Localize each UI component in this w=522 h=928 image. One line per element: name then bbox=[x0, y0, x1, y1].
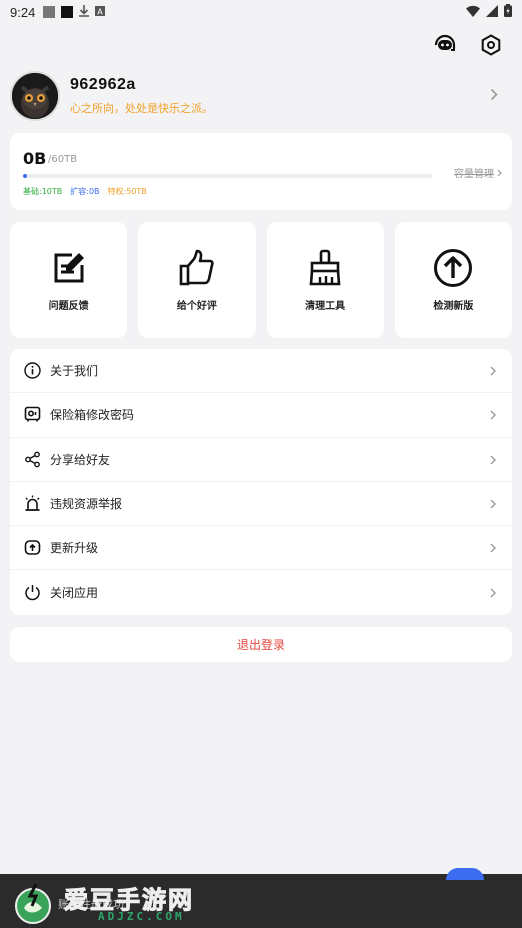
storage-progress-bar bbox=[23, 174, 433, 178]
menu-update[interactable]: 更新升级 bbox=[10, 526, 512, 571]
robot-chat-icon[interactable] bbox=[432, 32, 458, 58]
tile-rate[interactable]: 给个好评 bbox=[138, 222, 256, 338]
upload-circle-icon bbox=[433, 248, 473, 288]
chevron-right-icon bbox=[490, 361, 496, 380]
menu-label: 违规资源举报 bbox=[50, 497, 123, 512]
battery-icon bbox=[504, 4, 512, 20]
header-actions bbox=[432, 32, 504, 58]
tile-feedback[interactable]: 问题反馈 bbox=[10, 222, 128, 338]
menu-report[interactable]: 违规资源举报 bbox=[10, 482, 512, 527]
share-icon bbox=[23, 450, 41, 468]
settings-hex-icon[interactable] bbox=[478, 32, 504, 58]
storage-legend: 基础:10TB 扩容:0B 特权:50TB bbox=[23, 186, 147, 197]
watermark-logo-icon bbox=[10, 882, 56, 924]
chevron-right-icon bbox=[490, 494, 496, 513]
status-bar: 9:24 A bbox=[0, 0, 522, 24]
tile-label: 清理工具 bbox=[305, 301, 346, 312]
broom-icon bbox=[305, 248, 345, 288]
menu-share[interactable]: 分享给好友 bbox=[10, 438, 512, 482]
status-time: 9:24 bbox=[10, 4, 36, 20]
capacity-manage-label: 容量管理 bbox=[454, 169, 494, 180]
download-icon bbox=[79, 4, 90, 20]
storage-progress-fill bbox=[23, 174, 28, 178]
a-badge-icon: A bbox=[95, 5, 106, 19]
menu-label: 关闭应用 bbox=[50, 586, 99, 601]
watermark-banner: 账号注册成功 爱豆手游网 ADJZC.COM bbox=[0, 868, 522, 928]
tile-cleanup[interactable]: 清理工具 bbox=[266, 222, 384, 338]
svg-text:A: A bbox=[98, 8, 104, 17]
quick-actions: 问题反馈 给个好评 清理工具 检测新版 bbox=[10, 222, 512, 338]
tile-label: 检测新版 bbox=[433, 301, 474, 312]
chevron-right-icon bbox=[490, 583, 496, 602]
chevron-right-icon bbox=[497, 169, 502, 176]
legend-expand: 扩容:0B bbox=[70, 187, 100, 196]
menu-close-app[interactable]: 关闭应用 bbox=[10, 570, 512, 614]
safe-icon bbox=[23, 406, 41, 424]
username: 962962a bbox=[70, 76, 136, 93]
profile-motto: 心之所向，处处是快乐之派。 bbox=[70, 102, 213, 115]
menu-safe-password[interactable]: 保险箱修改密码 bbox=[10, 393, 512, 438]
floating-button[interactable] bbox=[446, 868, 484, 880]
feedback-edit-icon bbox=[49, 248, 89, 288]
info-icon bbox=[23, 362, 41, 380]
thumbs-up-icon bbox=[177, 248, 217, 288]
chevron-right-icon bbox=[490, 405, 496, 424]
capacity-manage-link[interactable]: 容量管理 bbox=[454, 165, 502, 180]
power-icon bbox=[23, 584, 41, 602]
storage-card[interactable]: 0B /60TB 容量管理 基础:10TB 扩容:0B 特权:50TB bbox=[10, 133, 512, 210]
alarm-light-icon bbox=[23, 495, 41, 513]
tile-label: 问题反馈 bbox=[48, 301, 89, 312]
tile-check-version[interactable]: 检测新版 bbox=[394, 222, 512, 338]
chevron-right-icon bbox=[490, 538, 496, 557]
menu-label: 保险箱修改密码 bbox=[50, 408, 135, 423]
settings-menu: 关于我们 保险箱修改密码 分享给好友 违规资源举报 更新升级 关闭应用 bbox=[10, 349, 512, 615]
logout-label: 退出登录 bbox=[236, 638, 285, 652]
wifi-icon bbox=[466, 5, 480, 20]
tile-label: 给个好评 bbox=[176, 301, 217, 312]
chevron-right-icon bbox=[490, 450, 496, 469]
menu-label: 分享给好友 bbox=[50, 452, 111, 467]
update-icon bbox=[23, 539, 41, 557]
profile-row[interactable]: 962962a 心之所向，处处是快乐之派。 bbox=[10, 70, 512, 122]
gray-square-icon bbox=[43, 6, 56, 18]
storage-total: /60TB bbox=[48, 154, 78, 165]
storage-used: 0B bbox=[23, 149, 47, 168]
black-square-icon bbox=[61, 6, 74, 18]
legend-privilege: 特权:50TB bbox=[107, 187, 147, 196]
watermark-subtitle: ADJZC.COM bbox=[98, 910, 185, 923]
logout-button[interactable]: 退出登录 bbox=[10, 627, 512, 662]
signal-icon bbox=[486, 4, 498, 20]
legend-basic: 基础:10TB bbox=[23, 187, 63, 196]
menu-about[interactable]: 关于我们 bbox=[10, 349, 512, 394]
chevron-right-icon bbox=[490, 86, 498, 105]
owl-avatar-icon[interactable] bbox=[10, 71, 60, 121]
menu-label: 更新升级 bbox=[50, 541, 99, 556]
menu-label: 关于我们 bbox=[50, 364, 99, 379]
